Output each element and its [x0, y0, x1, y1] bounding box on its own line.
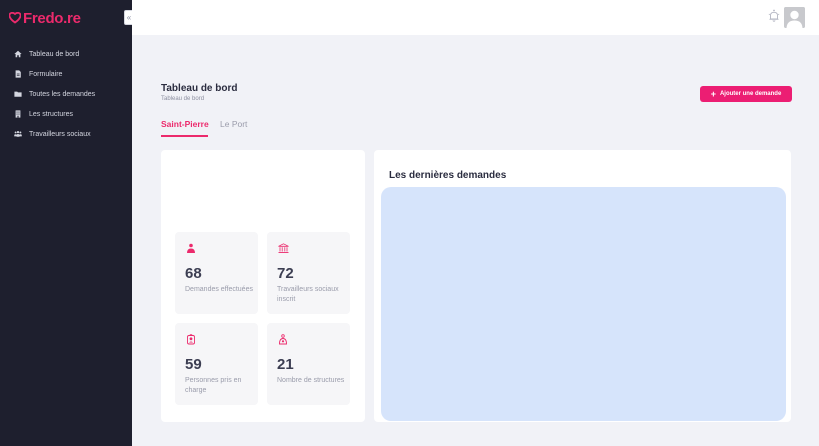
user-avatar-icon[interactable]: [784, 7, 805, 28]
tab-saint-pierre[interactable]: Saint-Pierre: [161, 119, 209, 129]
sidebar-item-tableau-de-bord[interactable]: Tableau de bord: [0, 44, 132, 64]
institution-icon: [278, 241, 289, 253]
stat-card-personnes: 59 Personnes pris en charge: [175, 323, 258, 405]
stat-value: 21: [277, 356, 294, 373]
stat-label: Travailleurs sociaux inscrit: [277, 286, 339, 303]
top-bar: [132, 0, 819, 35]
add-demand-button-label: Ajouter une demande: [719, 91, 782, 97]
badge-icon: [186, 332, 196, 345]
sidebar-item-label: Tableau de bord: [29, 50, 80, 58]
stat-label: Demandes effectuées: [185, 286, 253, 293]
stat-value: 72: [277, 265, 294, 282]
sidebar-item-formulaire[interactable]: Formulaire: [0, 64, 132, 84]
stat-card-travailleurs: 72 Travailleurs sociaux inscrit: [267, 232, 350, 314]
sidebar-item-les-structures[interactable]: Les structures: [0, 104, 132, 124]
logo[interactable]: Fredo.re: [9, 9, 81, 27]
person-icon: [186, 241, 196, 253]
recent-demands-title: Les dernières demandes: [389, 170, 507, 181]
stat-card-structures: 21 Nombre de structures: [267, 323, 350, 405]
users-icon: [14, 130, 22, 138]
sidebar-item-label: Formulaire: [29, 70, 63, 78]
sidebar-nav: Tableau de bord Formulaire Toutes les de…: [0, 44, 132, 144]
home-icon: [14, 50, 22, 58]
stat-card-demandes: 68 Demandes effectuées: [175, 232, 258, 314]
logo-text: Fredo.re: [23, 9, 81, 27]
plus-icon: +: [710, 88, 716, 99]
active-tab-indicator: [161, 135, 208, 137]
stat-label: Nombre de structures: [277, 377, 345, 384]
document-icon: [14, 70, 22, 78]
sidebar-item-label: Travailleurs sociaux: [29, 130, 91, 138]
logo-icon: [9, 12, 21, 24]
page-title: Tableau de bord: [161, 83, 238, 94]
sidebar-item-label: Toutes les demandes: [29, 90, 96, 98]
bell-icon[interactable]: [768, 9, 780, 23]
sidebar-item-label: Les structures: [29, 110, 73, 118]
stat-value: 68: [185, 265, 202, 282]
tab-le-port[interactable]: Le Port: [220, 119, 247, 129]
building-icon: [14, 110, 22, 118]
add-demand-button[interactable]: + Ajouter une demande: [700, 86, 792, 102]
sidebar-item-travailleurs-sociaux[interactable]: Travailleurs sociaux: [0, 124, 132, 144]
structure-icon: [278, 332, 288, 345]
sidebar: Fredo.re Tableau de bord Formulaire Tout…: [0, 0, 132, 446]
stat-value: 59: [185, 356, 202, 373]
breadcrumb[interactable]: Tableau de bord: [161, 96, 204, 102]
stat-label: Personnes pris en charge: [185, 377, 242, 394]
sidebar-item-toutes-les-demandes[interactable]: Toutes les demandes: [0, 84, 132, 104]
folder-icon: [14, 90, 22, 98]
recent-demands-panel: [381, 187, 786, 421]
